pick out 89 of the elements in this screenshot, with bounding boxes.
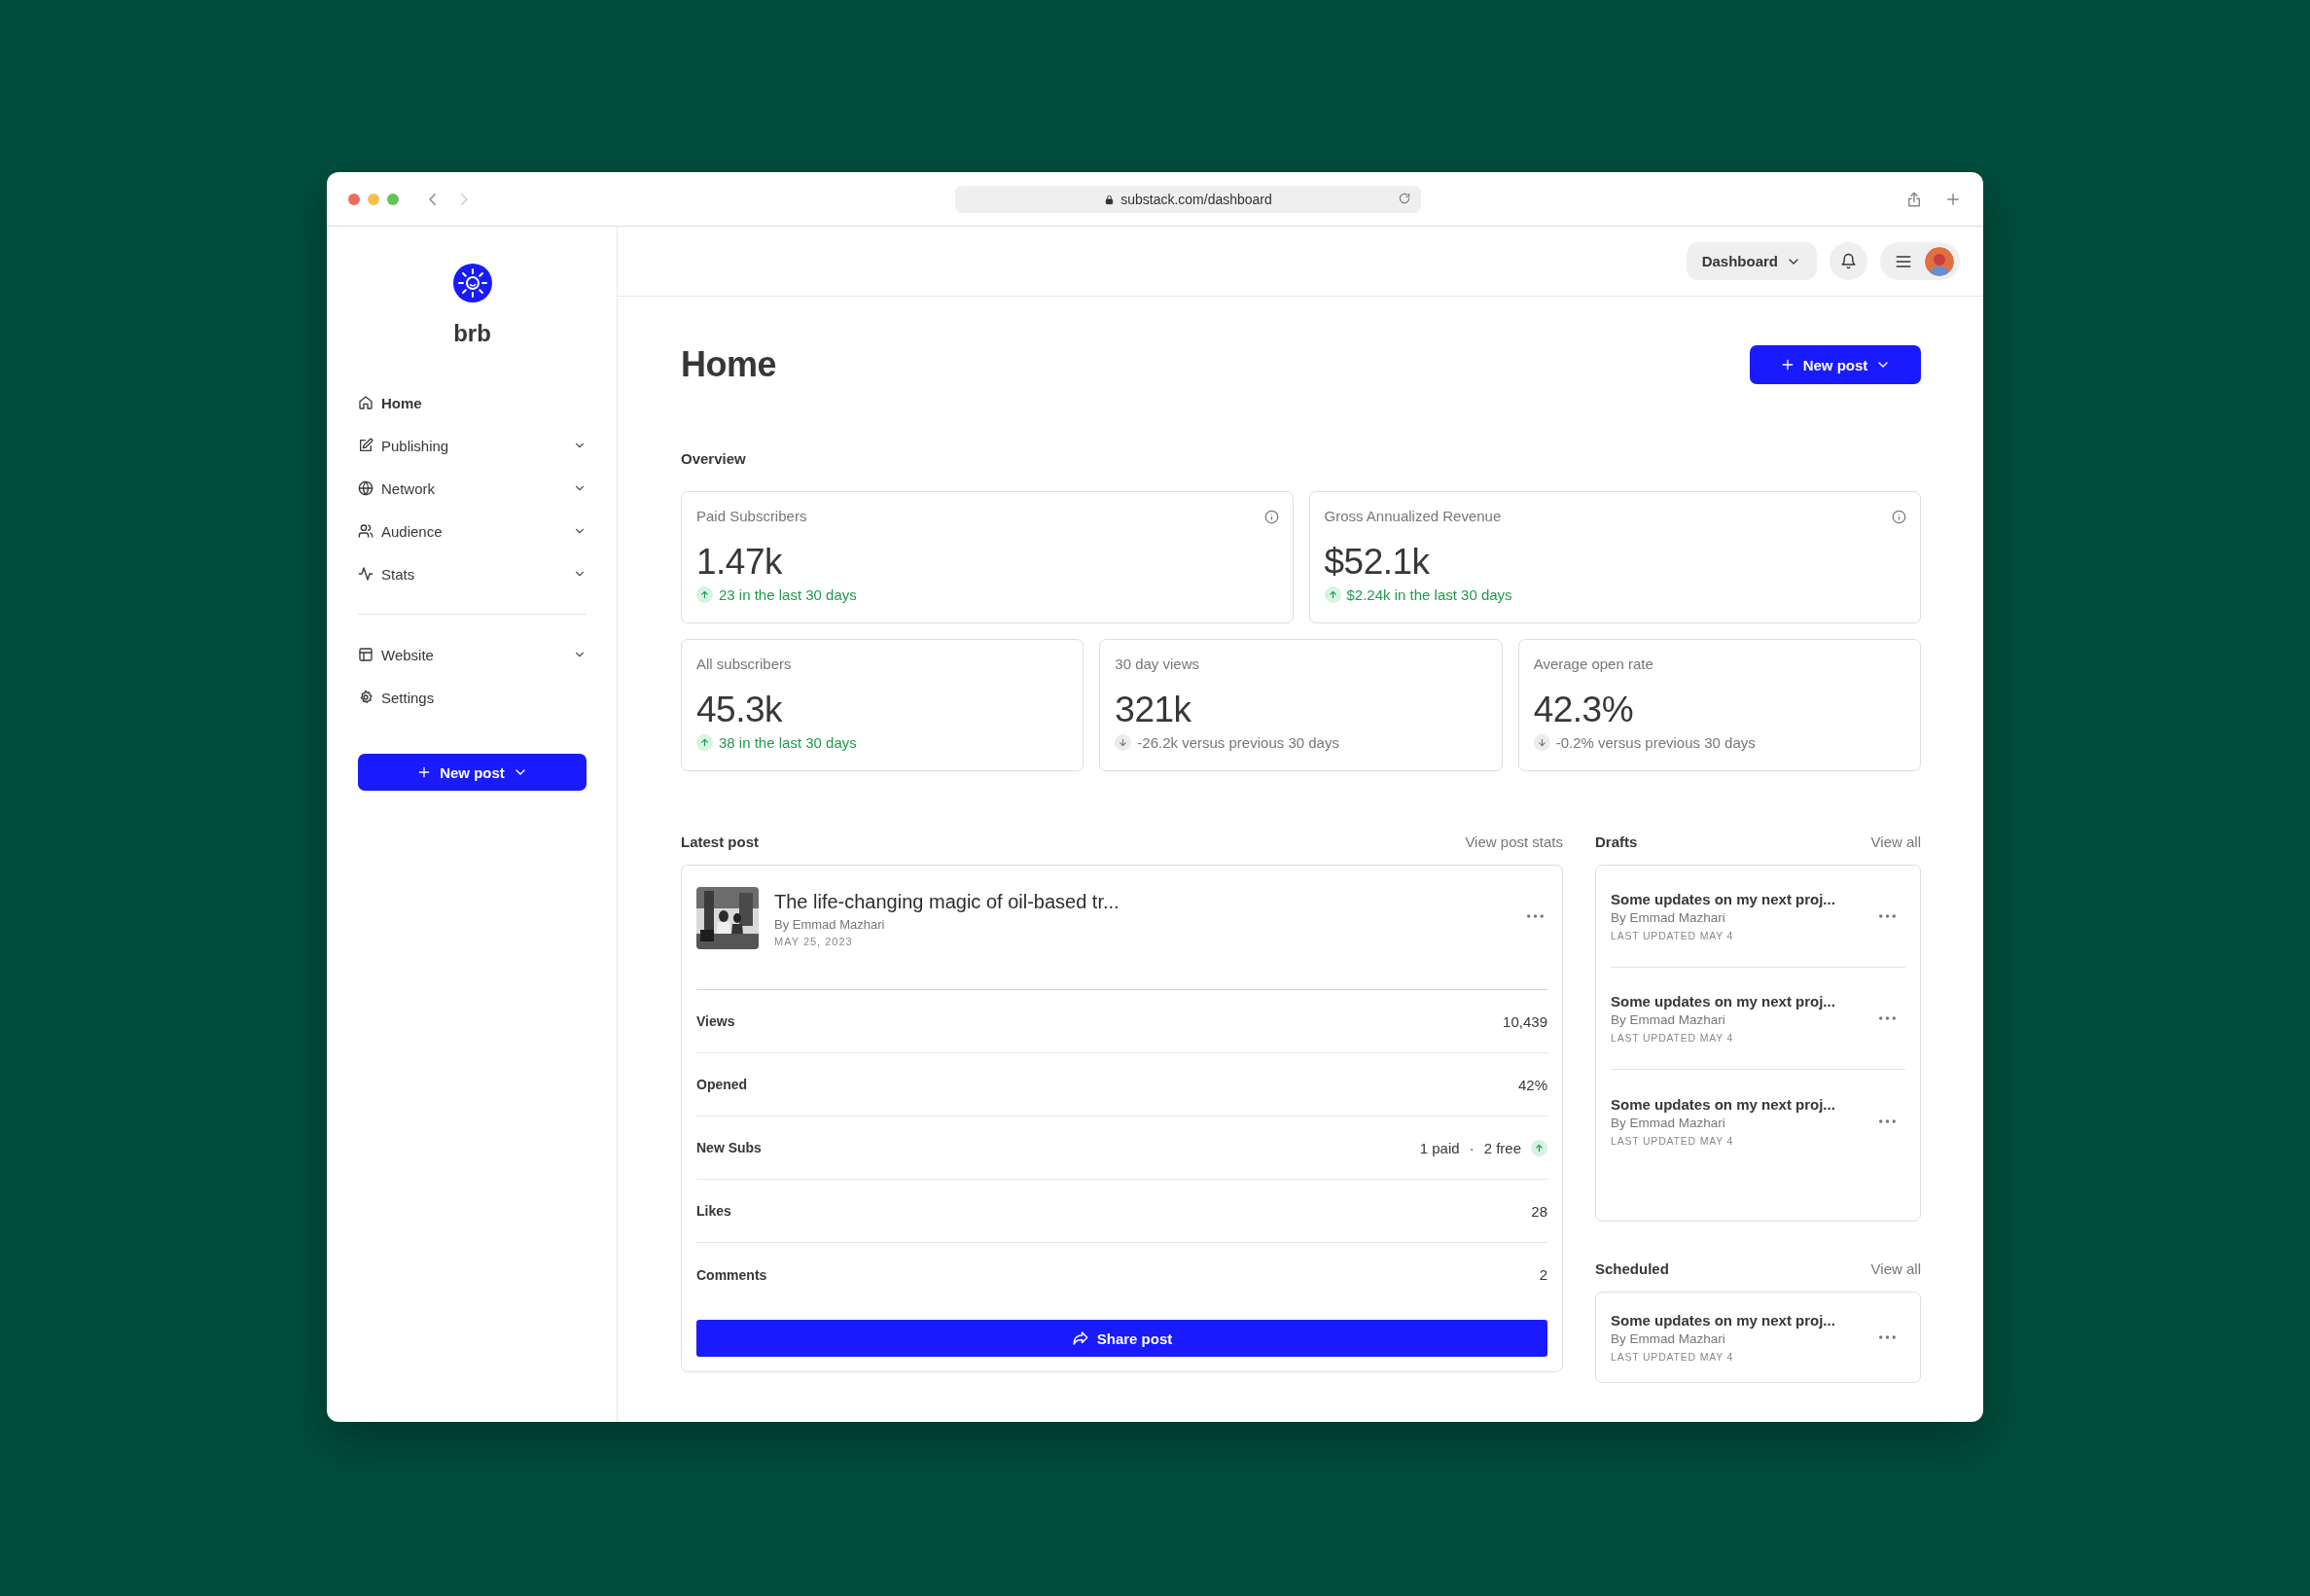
edit-icon <box>358 438 373 453</box>
share-arrow-icon <box>1071 1330 1089 1347</box>
metric-label: Gross Annualized Revenue <box>1324 508 1502 524</box>
new-post-button[interactable]: New post <box>1750 345 1921 384</box>
more-icon <box>1879 914 1896 918</box>
stat-value: 2 free <box>1483 1139 1521 1156</box>
share-post-button[interactable]: Share post <box>696 1320 1547 1357</box>
info-icon[interactable] <box>1892 510 1906 524</box>
dashboard-dropdown[interactable]: Dashboard <box>1686 242 1817 280</box>
stat-value: 1 paid <box>1419 1139 1460 1156</box>
page-title: Home <box>681 344 777 385</box>
metric-label: All subscribers <box>696 656 792 672</box>
stat-label: Likes <box>696 1203 731 1219</box>
stat-value: 2 <box>1539 1266 1547 1283</box>
metric-change: $2.24k in the last 30 days <box>1346 586 1512 603</box>
draft-updated-date: LAST UPDATED MAY 4 <box>1611 930 1735 941</box>
avatar <box>1925 246 1954 276</box>
sidebar-item[interactable]: Audience <box>358 510 586 552</box>
draft-author: By Emmad Mazhari <box>1611 1331 1726 1346</box>
more-icon <box>1879 1118 1896 1123</box>
metric-value: 42.3% <box>1533 690 1634 730</box>
metric-value: 45.3k <box>696 690 782 730</box>
stat-value: 28 <box>1531 1202 1547 1220</box>
post-author: By Emmad Mazhari <box>774 917 886 932</box>
home-icon <box>358 395 373 410</box>
activity-icon <box>358 566 373 582</box>
post-date: MAY 25, 2023 <box>774 936 854 947</box>
more-icon <box>1527 914 1544 918</box>
metric-value: $52.1k <box>1324 542 1430 583</box>
stat-value: 10,439 <box>1503 1012 1547 1030</box>
share-icon <box>1905 190 1923 208</box>
sidebar-item[interactable]: Home <box>358 381 586 424</box>
metric-change: -26.2k versus previous 30 days <box>1137 734 1339 751</box>
sun-logo-icon <box>452 264 492 302</box>
url-text: substack.com/dashboard <box>1120 192 1272 207</box>
stat-label: Opened <box>696 1077 748 1092</box>
sidebar-item[interactable]: Publishing <box>358 424 586 467</box>
metric-label: 30 day views <box>1115 656 1200 672</box>
notifications-button[interactable] <box>1830 242 1867 280</box>
stat-value: 42% <box>1517 1076 1547 1093</box>
section-title: Latest post <box>681 833 759 850</box>
publication-name: brb <box>453 320 491 347</box>
draft-updated-date: LAST UPDATED MAY 4 <box>1611 1032 1735 1044</box>
metric-label: Paid Subscribers <box>696 508 807 524</box>
view-post-stats-link[interactable]: View post stats <box>1465 833 1563 850</box>
sidebar-item[interactable]: Website <box>358 633 586 676</box>
draft-author: By Emmad Mazhari <box>1611 910 1726 925</box>
draft-title[interactable]: Some updates on my next proj... <box>1611 1095 1875 1113</box>
globe-icon <box>358 480 373 496</box>
metric-value: 321k <box>1115 690 1191 730</box>
draft-author: By Emmad Mazhari <box>1611 1115 1726 1130</box>
sidebar-item[interactable]: Network <box>358 467 586 510</box>
stat-label: Views <box>696 1013 735 1029</box>
stat-value: · <box>1469 1139 1475 1156</box>
bell-icon <box>1840 253 1857 269</box>
draft-author: By Emmad Mazhari <box>1611 1012 1726 1027</box>
address-bar[interactable]: substack.com/dashboard <box>955 186 1421 213</box>
draft-title[interactable]: Some updates on my next proj... <box>1611 993 1875 1010</box>
info-icon[interactable] <box>1263 510 1279 524</box>
settings-icon <box>358 690 373 705</box>
layout-icon <box>358 647 373 662</box>
section-title: Scheduled <box>1595 1260 1669 1277</box>
draft-title[interactable]: Some updates on my next proj... <box>1611 1312 1875 1329</box>
lock-icon <box>1104 194 1116 205</box>
metric-label: Average open rate <box>1533 656 1653 672</box>
stat-label: Comments <box>696 1266 767 1283</box>
sidebar-item[interactable]: Settings <box>358 676 586 719</box>
metric-change: 38 in the last 30 days <box>719 734 857 751</box>
new-post-button[interactable]: New post <box>358 754 586 791</box>
metric-change: 23 in the last 30 days <box>719 586 857 603</box>
metric-change: -0.2% versus previous 30 days <box>1555 734 1756 751</box>
reload-icon <box>1398 191 1411 205</box>
users-icon <box>358 523 373 539</box>
section-title: Overview <box>681 450 747 467</box>
section-title: Drafts <box>1595 833 1638 850</box>
sidebar-item[interactable]: Stats <box>358 552 586 595</box>
draft-title[interactable]: Some updates on my next proj... <box>1611 891 1875 907</box>
post-title[interactable]: The life-changing magic of oil-based tr... <box>774 891 1508 913</box>
more-icon <box>1879 1335 1896 1339</box>
metric-value: 1.47k <box>696 542 782 583</box>
draft-updated-date: LAST UPDATED MAY 4 <box>1611 1351 1735 1363</box>
view-all-link[interactable]: View all <box>1870 833 1921 850</box>
close-window-button[interactable] <box>348 193 360 205</box>
draft-updated-date: LAST UPDATED MAY 4 <box>1611 1134 1735 1147</box>
zoom-window-button[interactable] <box>387 193 399 205</box>
stat-label: New Subs <box>696 1140 762 1155</box>
more-icon <box>1879 1016 1896 1020</box>
account-menu-button[interactable] <box>1880 242 1960 280</box>
view-all-link[interactable]: View all <box>1870 1260 1921 1277</box>
